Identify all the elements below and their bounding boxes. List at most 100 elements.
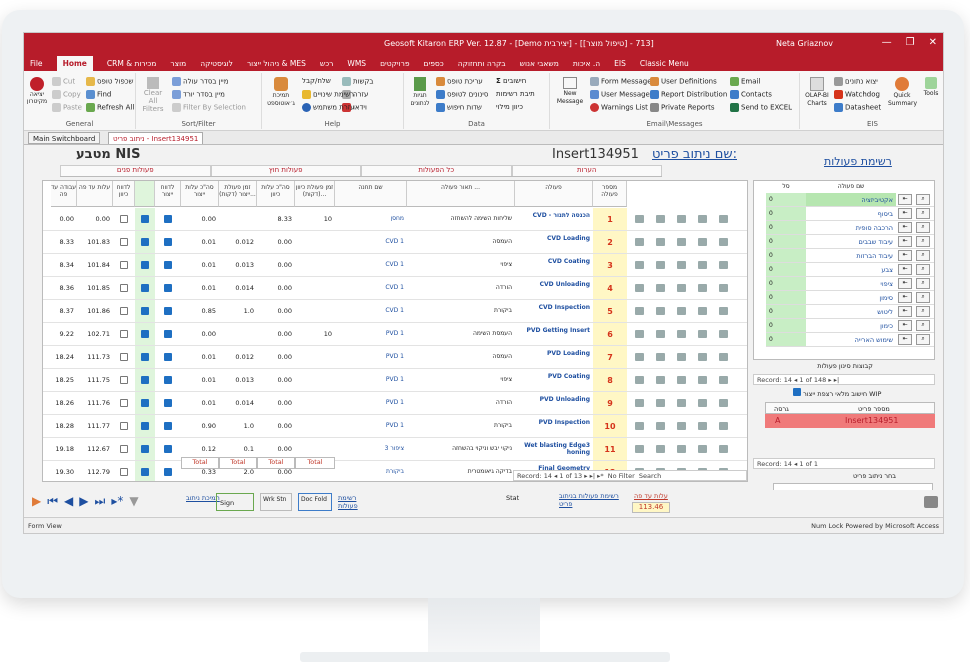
cost-to-here-cell[interactable]: 111.75: [77, 369, 113, 391]
report-flag-checkbox[interactable]: [141, 284, 149, 292]
report-direction-checkbox-cell[interactable]: [113, 300, 135, 322]
clear-filters-button[interactable]: Clear All Filters: [140, 77, 166, 113]
table-row[interactable]: 19.18 112.67 0.12 0.1 0.00 ציפור 3 ניקוי יבש ו…: [43, 438, 747, 461]
column-header[interactable]: שם תחנה: [335, 181, 407, 207]
operation-description-cell[interactable]: ביקורת: [407, 415, 515, 437]
column-header[interactable]: עלות עד פה: [77, 181, 113, 207]
setup-time-cell[interactable]: [295, 254, 335, 276]
operation-list-item[interactable]: 0 הרכבה סופית ⇤ ⌕: [766, 221, 934, 235]
operation-number-cell[interactable]: 1: [593, 208, 627, 230]
send-receive-button[interactable]: שלח/קבל: [302, 77, 331, 85]
production-time-cell[interactable]: 1.0: [219, 300, 257, 322]
report-flag-checkbox[interactable]: [141, 399, 149, 407]
grid-icon[interactable]: [656, 215, 665, 223]
work-to-here-cell[interactable]: 8.36: [51, 277, 77, 299]
ops-route-link[interactable]: רשימת פעולות בניתוב פריט: [559, 492, 619, 508]
add-op-button[interactable]: ⇤: [898, 208, 912, 219]
sort-asc-button[interactable]: מיין בסדר עולה: [172, 77, 228, 86]
menu-item[interactable]: Home: [56, 55, 93, 71]
production-cost-cell[interactable]: 0.01: [181, 392, 219, 414]
tab-external-ops[interactable]: פעולות חוץ: [210, 165, 361, 176]
column-header[interactable]: זמן פעולת ייצור (דקות)...: [219, 181, 257, 207]
add-op-button[interactable]: ⇤: [898, 306, 912, 317]
setup-time-cell[interactable]: [295, 346, 335, 368]
report-production-checkbox-cell[interactable]: [155, 392, 181, 414]
menu-item[interactable]: ה. איכות: [573, 59, 600, 68]
zoom-op-icon[interactable]: ⌕: [916, 236, 930, 247]
setup-time-cell[interactable]: [295, 369, 335, 391]
operation-cell[interactable]: CVD - הכנסה לתנור: [515, 208, 593, 230]
grid-icon[interactable]: [656, 261, 665, 269]
column-header[interactable]: תאור פעולה ...: [407, 181, 515, 207]
operation-number-cell[interactable]: 3: [593, 254, 627, 276]
station-name-cell[interactable]: ביקורת: [335, 461, 407, 481]
grid-icon[interactable]: [656, 284, 665, 292]
grid-icon[interactable]: [656, 353, 665, 361]
station-name-cell[interactable]: PVD 1: [335, 323, 407, 345]
column-header[interactable]: סה"כ עלות ייצור: [181, 181, 219, 207]
production-time-cell[interactable]: 0.013: [219, 369, 257, 391]
column-header[interactable]: לדווח כיוון: [113, 181, 135, 207]
work-to-here-cell[interactable]: 18.28: [51, 415, 77, 437]
chain-icon[interactable]: [677, 261, 686, 269]
work-to-here-cell[interactable]: 19.30: [51, 461, 77, 481]
work-to-here-cell[interactable]: 18.25: [51, 369, 77, 391]
chain-icon[interactable]: [677, 284, 686, 292]
link-icon[interactable]: [635, 238, 644, 246]
production-cost-cell[interactable]: 0.00: [181, 208, 219, 230]
cost-to-here-cell[interactable]: 111.77: [77, 415, 113, 437]
grid-icon[interactable]: [656, 307, 665, 315]
report-production-checkbox-cell[interactable]: [155, 323, 181, 345]
contacts-button[interactable]: Contacts: [730, 90, 772, 99]
bracket-icon[interactable]: [698, 399, 707, 407]
table-row[interactable]: 18.24 111.73 0.01 0.012 0.00 PVD 1 העמסה PVD Lo…: [43, 346, 747, 369]
report-flag-checkbox[interactable]: [141, 238, 149, 246]
column-header[interactable]: זמן פעולת כיוון (דקות)...: [295, 181, 335, 207]
zoom-op-icon[interactable]: ⌕: [916, 278, 930, 289]
production-cost-cell[interactable]: 0.90: [181, 415, 219, 437]
operation-number-cell[interactable]: 8: [593, 369, 627, 391]
report-production-checkbox-cell[interactable]: [155, 438, 181, 460]
menu-item[interactable]: EIS: [614, 59, 626, 68]
station-name-cell[interactable]: CVD 1: [335, 300, 407, 322]
grid-icon[interactable]: [656, 238, 665, 246]
add-op-button[interactable]: ⇤: [898, 320, 912, 331]
zoom-op-icon[interactable]: ⌕: [916, 292, 930, 303]
report-flag-checkbox-cell[interactable]: [135, 369, 155, 391]
operation-number-cell[interactable]: 6: [593, 323, 627, 345]
add-op-button[interactable]: ⇤: [898, 292, 912, 303]
work-to-here-cell[interactable]: 9.22: [51, 323, 77, 345]
link-icon[interactable]: [635, 284, 644, 292]
operation-description-cell[interactable]: הורדה: [407, 392, 515, 414]
zoom-op-icon[interactable]: ⌕: [916, 264, 930, 275]
setup-time-cell[interactable]: 10: [295, 323, 335, 345]
wip-checkbox[interactable]: [793, 388, 801, 396]
report-flag-checkbox-cell[interactable]: [135, 300, 155, 322]
report-production-checkbox[interactable]: [164, 307, 172, 315]
tab-notes[interactable]: הערות: [511, 165, 662, 176]
report-production-checkbox-cell[interactable]: [155, 461, 181, 481]
last-record-icon[interactable]: ⏭: [95, 494, 106, 509]
operation-list-item[interactable]: 0 ציפוי ⇤ ⌕: [766, 277, 934, 291]
chain-icon[interactable]: [677, 330, 686, 338]
production-cost-cell[interactable]: 0.01: [181, 346, 219, 368]
station-name-cell[interactable]: ציפור 3: [335, 438, 407, 460]
doc-fold-button[interactable]: Doc Fold: [298, 493, 332, 511]
work-to-here-cell[interactable]: 18.26: [51, 392, 77, 414]
report-direction-checkbox-cell[interactable]: [113, 392, 135, 414]
report-direction-checkbox[interactable]: [120, 238, 128, 246]
setup-cost-cell[interactable]: 0.00: [257, 300, 295, 322]
requests-button[interactable]: בקשות: [342, 77, 373, 86]
zoom-op-icon[interactable]: ⌕: [916, 194, 930, 205]
production-cost-cell[interactable]: 0.01: [181, 369, 219, 391]
report-distribution-button[interactable]: Report Distribution: [650, 90, 727, 99]
grid-icon[interactable]: [656, 399, 665, 407]
search-fields-button[interactable]: שדות חיפוש: [436, 103, 482, 112]
add-op-button[interactable]: ⇤: [898, 264, 912, 275]
filter-selection-button[interactable]: Filter By Selection: [172, 103, 246, 112]
report-production-checkbox-cell[interactable]: [155, 415, 181, 437]
report-direction-checkbox[interactable]: [120, 307, 128, 315]
sheet-icon[interactable]: [719, 353, 728, 361]
report-production-checkbox[interactable]: [164, 284, 172, 292]
menu-item[interactable]: בקרה ותחזוקה: [458, 59, 506, 68]
